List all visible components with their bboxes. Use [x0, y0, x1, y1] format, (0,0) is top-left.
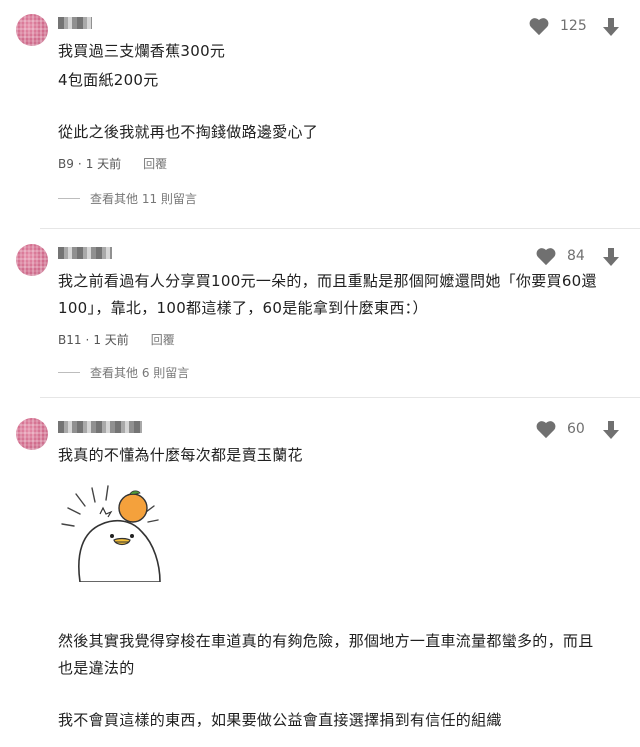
- comment-line: 我不會買這樣的東西，如果要做公益會直接選擇捐到有信任的組織: [58, 711, 502, 729]
- meta-separator: ·: [85, 332, 90, 347]
- comment-meta: B9 · 1 天前 回覆: [58, 155, 167, 172]
- comment-2: 84 我之前看過有人分享買100元一朵的，而且重點是那個阿嬤還問她「你要買60還…: [0, 230, 640, 390]
- comment-line: 也是違法的: [58, 659, 135, 677]
- arrow-down-icon[interactable]: [600, 246, 622, 268]
- heart-icon: [536, 421, 556, 439]
- comment-line: 然後其實我覺得穿梭在車道真的有夠危險，那個地方一直車流量都蠻多的，而且: [58, 632, 594, 650]
- view-more-label: 查看其他 6 則留言: [90, 366, 190, 380]
- meta-separator: ·: [77, 156, 82, 171]
- avatar[interactable]: [16, 418, 48, 450]
- comment-text: 我之前看過有人分享買100元一朵的，而且重點是那個阿嬤還問她「你要買60還 10…: [58, 270, 628, 320]
- reply-button[interactable]: 回覆: [151, 331, 175, 348]
- view-more-replies[interactable]: 查看其他 11 則留言: [58, 190, 197, 207]
- comment-meta: B11 · 1 天前 回覆: [58, 331, 175, 348]
- comment-1: 125 我買過三支爛香蕉300元 4包面紙200元 從此之後我就再也不掏錢做路邊…: [0, 0, 640, 220]
- like-count: 60: [567, 421, 585, 437]
- comment-line: 我買過三支爛香蕉300元: [58, 42, 226, 60]
- comment-divider: [40, 397, 640, 398]
- timestamp: 1 天前: [85, 157, 122, 171]
- author-name[interactable]: [58, 17, 92, 29]
- comment-line: [58, 680, 628, 703]
- comment-divider: [40, 228, 640, 229]
- heart-icon: [536, 248, 556, 266]
- author-name[interactable]: [58, 421, 142, 433]
- comment-text-top: 我真的不懂為什麼每次都是賣玉蘭花: [58, 444, 303, 467]
- like-button[interactable]: 125: [528, 16, 587, 36]
- comment-line: [58, 92, 318, 115]
- like-button[interactable]: 60: [535, 419, 585, 439]
- floor-number: B9: [58, 156, 74, 171]
- divider-line: [58, 198, 80, 199]
- duck-with-orange-sticker: [61, 485, 161, 582]
- comment-line: 100」，靠北，100都這樣了，60是能拿到什麼東西：）: [58, 299, 428, 317]
- divider-line: [58, 372, 80, 373]
- avatar[interactable]: [16, 244, 48, 276]
- timestamp: 1 天前: [93, 333, 129, 347]
- arrow-down-icon[interactable]: [600, 16, 622, 38]
- avatar[interactable]: [16, 14, 48, 46]
- comment-text: 我買過三支爛香蕉300元 4包面紙200元 從此之後我就再也不掏錢做路邊愛心了: [58, 40, 318, 144]
- comment-line: 我真的不懂為什麼每次都是賣玉蘭花: [58, 446, 303, 464]
- comment-line: 從此之後我就再也不掏錢做路邊愛心了: [58, 123, 319, 141]
- floor-number: B11: [58, 332, 82, 347]
- view-more-replies[interactable]: 查看其他 6 則留言: [58, 364, 189, 381]
- like-button[interactable]: 84: [535, 246, 585, 266]
- like-count: 125: [560, 18, 587, 34]
- like-count: 84: [567, 248, 585, 264]
- view-more-label: 查看其他 11 則留言: [90, 192, 197, 206]
- comment-line: 我之前看過有人分享買100元一朵的，而且重點是那個阿嬤還問她「你要買60還: [58, 272, 597, 290]
- comment-text-bottom: 然後其實我覺得穿梭在車道真的有夠危險，那個地方一直車流量都蠻多的，而且 也是違法…: [58, 630, 628, 732]
- comment-line: 4包面紙200元: [58, 71, 159, 89]
- comment-3: 60 我真的不懂為什麼每次都是賣玉蘭花 然後其實我覺得穿梭在車道真的有夠危險，那…: [0, 400, 640, 747]
- author-name[interactable]: [58, 247, 112, 259]
- heart-icon: [529, 18, 549, 36]
- reply-button[interactable]: 回覆: [143, 155, 167, 172]
- arrow-down-icon[interactable]: [600, 419, 622, 441]
